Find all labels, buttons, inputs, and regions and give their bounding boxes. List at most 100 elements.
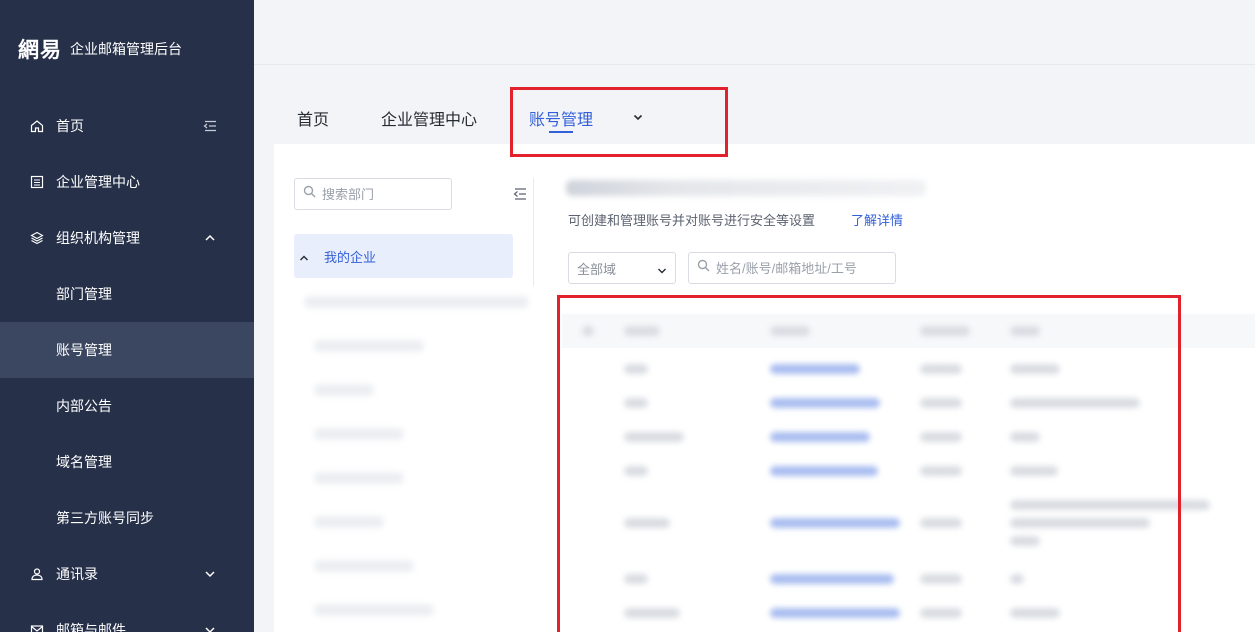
department-search-field[interactable] — [294, 178, 452, 210]
home-icon — [30, 119, 44, 133]
department-tree-root[interactable]: 我的企业 — [294, 234, 513, 278]
blurred-cell — [770, 518, 900, 528]
sidebar-item-domain-management[interactable]: 域名管理 — [0, 434, 254, 490]
blurred-tree-item — [314, 560, 414, 572]
chevron-up-icon — [203, 231, 217, 245]
blurred-cell — [1010, 518, 1150, 528]
sidebar-item-internal-announcement[interactable]: 内部公告 — [0, 378, 254, 434]
table-row[interactable] — [562, 454, 1255, 488]
blurred-cell — [770, 432, 870, 442]
layers-icon — [30, 231, 44, 245]
collapse-tree-icon[interactable] — [512, 186, 528, 202]
member-search-input[interactable] — [716, 260, 891, 276]
page-description: 可创建和管理账号并对账号进行安全等设置 — [568, 213, 816, 228]
blurred-cell — [920, 466, 962, 476]
chevron-down-icon — [203, 623, 217, 632]
sidebar-item-label: 邮箱与邮件 — [56, 622, 126, 632]
sidebar-item-org-management[interactable]: 组织机构管理 — [0, 210, 254, 266]
chevron-down-icon[interactable] — [632, 110, 644, 122]
tab-enterprise-center[interactable]: 企业管理中心 — [381, 106, 477, 130]
sidebar-item-label: 企业管理中心 — [56, 174, 140, 190]
blurred-cell — [770, 364, 860, 374]
blurred-tree-item — [314, 340, 424, 352]
domain-scope-select[interactable]: 全部域 — [568, 252, 676, 284]
search-icon — [697, 259, 710, 277]
sidebar-item-account-management[interactable]: 账号管理 — [0, 322, 254, 378]
table-row[interactable] — [562, 352, 1255, 386]
table-row[interactable] — [562, 596, 1255, 630]
content-panel: 我的企业 可创建和管理账号并对账号进行安全等设置 了解详情 全部域 — [274, 144, 1255, 632]
blurred-cell — [1010, 536, 1040, 546]
blurred-cell — [920, 398, 962, 408]
chevron-up-icon — [299, 250, 309, 261]
sidebar-item-label: 组织机构管理 — [56, 230, 140, 246]
chevron-down-icon — [657, 264, 667, 274]
sidebar-item-mailbox[interactable]: 邮箱与邮件 — [0, 602, 254, 632]
blurred-cell — [624, 398, 648, 408]
sidebar-item-label: 部门管理 — [56, 286, 112, 302]
table-row[interactable] — [562, 494, 1255, 554]
blurred-cell — [770, 608, 900, 618]
logo-text: 企业邮箱管理后台 — [70, 41, 182, 57]
collapse-sidebar-icon[interactable] — [203, 119, 217, 133]
top-header — [254, 0, 1255, 65]
blurred-cell — [920, 364, 962, 374]
mail-icon — [30, 623, 44, 632]
blurred-cell — [1010, 364, 1060, 374]
table-header — [562, 314, 1255, 348]
panel-divider — [533, 178, 534, 286]
sidebar-item-contacts[interactable]: 通讯录 — [0, 546, 254, 602]
blurred-cell — [1010, 500, 1210, 510]
department-tree-root-label: 我的企业 — [324, 249, 377, 265]
sidebar-item-label: 内部公告 — [56, 398, 112, 414]
member-search-field[interactable] — [688, 252, 896, 284]
blurred-cell — [920, 574, 962, 584]
blurred-cell — [770, 398, 880, 408]
blurred-page-title — [566, 180, 926, 196]
sidebar-item-label: 通讯录 — [56, 566, 98, 582]
blurred-cell — [920, 432, 962, 442]
blurred-cell — [1010, 608, 1060, 618]
search-icon — [303, 185, 316, 203]
table-row[interactable] — [562, 562, 1255, 596]
user-icon — [30, 567, 44, 581]
blurred-cell — [624, 466, 648, 476]
logo: 網易 企业邮箱管理后台 — [18, 34, 182, 64]
active-tab-indicator — [549, 131, 573, 133]
blurred-cell — [770, 574, 894, 584]
learn-more-link[interactable]: 了解详情 — [851, 210, 903, 229]
blurred-tree-item — [304, 296, 529, 308]
department-search-input[interactable] — [322, 186, 452, 202]
blurred-tree-item — [314, 428, 404, 440]
blurred-cell — [770, 466, 878, 476]
tab-home[interactable]: 首页 — [297, 106, 329, 130]
blurred-cell — [624, 432, 684, 442]
blurred-cell — [770, 326, 810, 336]
blurred-cell — [920, 518, 962, 528]
blurred-cell — [624, 608, 680, 618]
blurred-cell — [624, 364, 648, 374]
blurred-cell — [582, 326, 594, 336]
sidebar-item-label: 第三方账号同步 — [56, 510, 154, 526]
blurred-tree-item — [314, 384, 374, 396]
account-table — [562, 304, 1255, 632]
blurred-cell — [1010, 398, 1140, 408]
blurred-cell — [1010, 326, 1040, 336]
sidebar-item-label: 首页 — [56, 118, 84, 134]
domain-scope-value: 全部域 — [577, 261, 617, 277]
blurred-tree-item — [314, 472, 404, 484]
tab-account-management[interactable]: 账号管理 — [529, 106, 593, 130]
sidebar-item-enterprise-center[interactable]: 企业管理中心 — [0, 154, 254, 210]
blurred-tree-item — [314, 516, 384, 528]
blurred-cell — [624, 574, 648, 584]
blurred-tree-item — [314, 604, 434, 616]
table-row[interactable] — [562, 420, 1255, 454]
sidebar-item-department-management[interactable]: 部门管理 — [0, 266, 254, 322]
sidebar-item-home[interactable]: 首页 — [0, 98, 254, 154]
nav-tabs: 首页 企业管理中心 账号管理 — [254, 66, 1255, 144]
sidebar-item-label: 账号管理 — [56, 342, 112, 358]
sidebar-item-third-party-sync[interactable]: 第三方账号同步 — [0, 490, 254, 546]
blurred-cell — [624, 518, 670, 528]
table-row[interactable] — [562, 386, 1255, 420]
logo-mark: 網易 — [18, 37, 62, 62]
